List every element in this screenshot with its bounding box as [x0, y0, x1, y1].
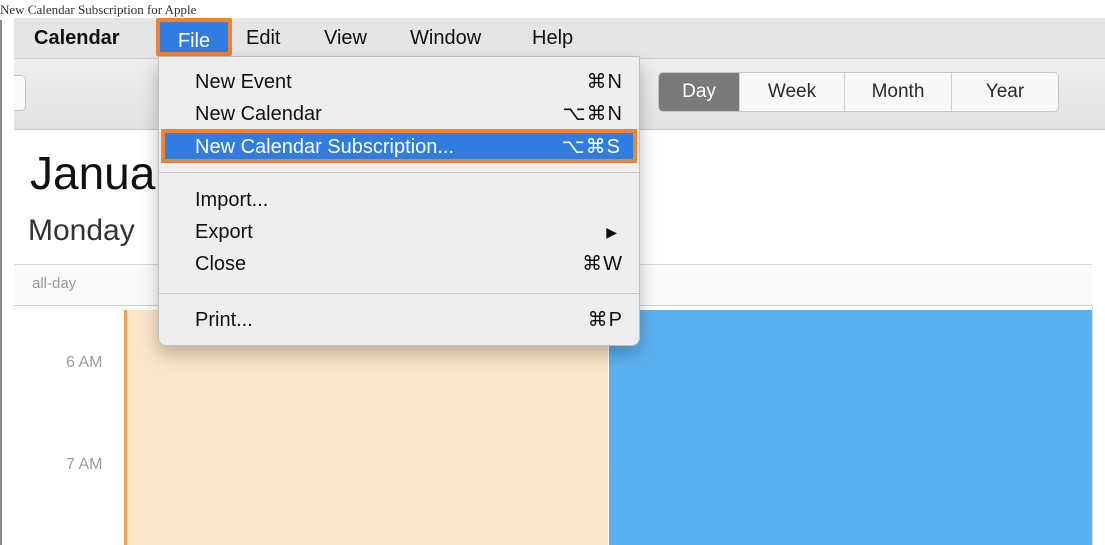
grid-right-edge: [1092, 306, 1105, 545]
menu-item-new-calendar-subscription[interactable]: New Calendar Subscription... ⌥⌘S: [161, 129, 637, 163]
view-month-button[interactable]: Month: [845, 73, 952, 111]
file-menu-dropdown: New Event ⌘N New Calendar ⌥⌘N New Calend…: [158, 56, 640, 346]
menu-item-label: Print...: [195, 309, 253, 331]
menu-separator: [159, 293, 639, 294]
menu-item-label: New Calendar Subscription...: [195, 136, 455, 158]
menu-app-calendar[interactable]: Calendar: [34, 18, 120, 58]
calendar-window: Calendar File Edit View Window Help Day …: [14, 18, 1105, 545]
menu-view[interactable]: View: [324, 18, 367, 58]
left-edge-border: [0, 20, 2, 545]
all-day-label: all-day: [32, 275, 77, 292]
menu-edit[interactable]: Edit: [246, 18, 280, 58]
menu-item-new-event[interactable]: New Event ⌘N: [159, 67, 639, 97]
event-block-blue[interactable]: [609, 310, 1092, 545]
menu-item-label: Export: [195, 221, 253, 243]
menu-window[interactable]: Window: [410, 18, 481, 58]
menu-item-new-calendar[interactable]: New Calendar ⌥⌘N: [159, 99, 639, 129]
shortcut-label: ⌥⌘S: [561, 136, 621, 158]
menu-item-print[interactable]: Print... ⌘P: [159, 305, 639, 335]
menu-item-label: Close: [195, 253, 247, 275]
shortcut-label: ⌥⌘N: [562, 103, 623, 125]
menu-item-label: New Calendar: [195, 103, 322, 125]
menu-item-import[interactable]: Import...: [159, 185, 639, 215]
time-label-7am: 7 AM: [66, 456, 103, 473]
submenu-arrow-icon: ▶: [606, 224, 617, 240]
view-day-button[interactable]: Day: [659, 73, 740, 111]
time-label-6am: 6 AM: [66, 354, 103, 371]
menu-help[interactable]: Help: [532, 18, 573, 58]
shortcut-label: ⌘P: [587, 309, 623, 331]
page-caption: New Calendar Subscription for Apple: [0, 2, 197, 17]
menu-file[interactable]: File: [156, 18, 232, 56]
shortcut-label: ⌘W: [582, 253, 623, 275]
view-switcher: Day Week Month Year: [658, 72, 1059, 112]
toolbar-button-partial[interactable]: [14, 75, 26, 111]
menu-item-close[interactable]: Close ⌘W: [159, 249, 639, 279]
menu-item-label: Import...: [195, 189, 269, 211]
shortcut-label: ⌘N: [586, 71, 623, 93]
month-title: Janua: [30, 147, 156, 199]
view-week-button[interactable]: Week: [740, 73, 845, 111]
weekday-title: Monday: [28, 214, 135, 247]
menu-item-export[interactable]: Export ▶: [159, 217, 639, 247]
menu-separator: [159, 172, 639, 173]
view-year-button[interactable]: Year: [952, 73, 1058, 111]
menu-item-label: New Event: [195, 71, 292, 93]
menu-bar: Calendar File Edit View Window Help: [14, 18, 1105, 59]
